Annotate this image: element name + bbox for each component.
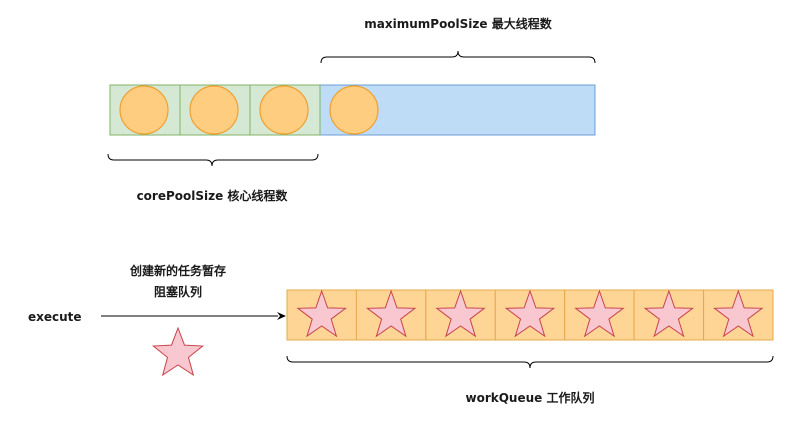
core-thread xyxy=(259,85,309,135)
core-pool-brace xyxy=(107,153,319,167)
new-task-label-line2: 阻塞队列 xyxy=(154,284,202,299)
execute-label: execute xyxy=(28,310,82,324)
incoming-task-star xyxy=(151,326,205,377)
core-pool-label: corePoolSize 核心线程数 xyxy=(137,188,289,203)
max-pool-label: maximumPoolSize 最大线程数 xyxy=(364,16,552,31)
core-thread xyxy=(189,85,239,135)
work-queue xyxy=(286,289,774,341)
core-thread xyxy=(119,85,169,135)
work-queue-brace xyxy=(286,355,774,369)
thread-pool-diagram: maximumPoolSize 最大线程数 corePoolSize 核心线程数… xyxy=(28,16,774,405)
max-pool-brace xyxy=(320,50,596,64)
new-task-label-line1: 创建新的任务暂存 xyxy=(129,263,226,278)
execute-arrow-head xyxy=(277,312,286,320)
extra-thread xyxy=(329,85,379,135)
work-queue-label: workQueue 工作队列 xyxy=(466,390,595,405)
